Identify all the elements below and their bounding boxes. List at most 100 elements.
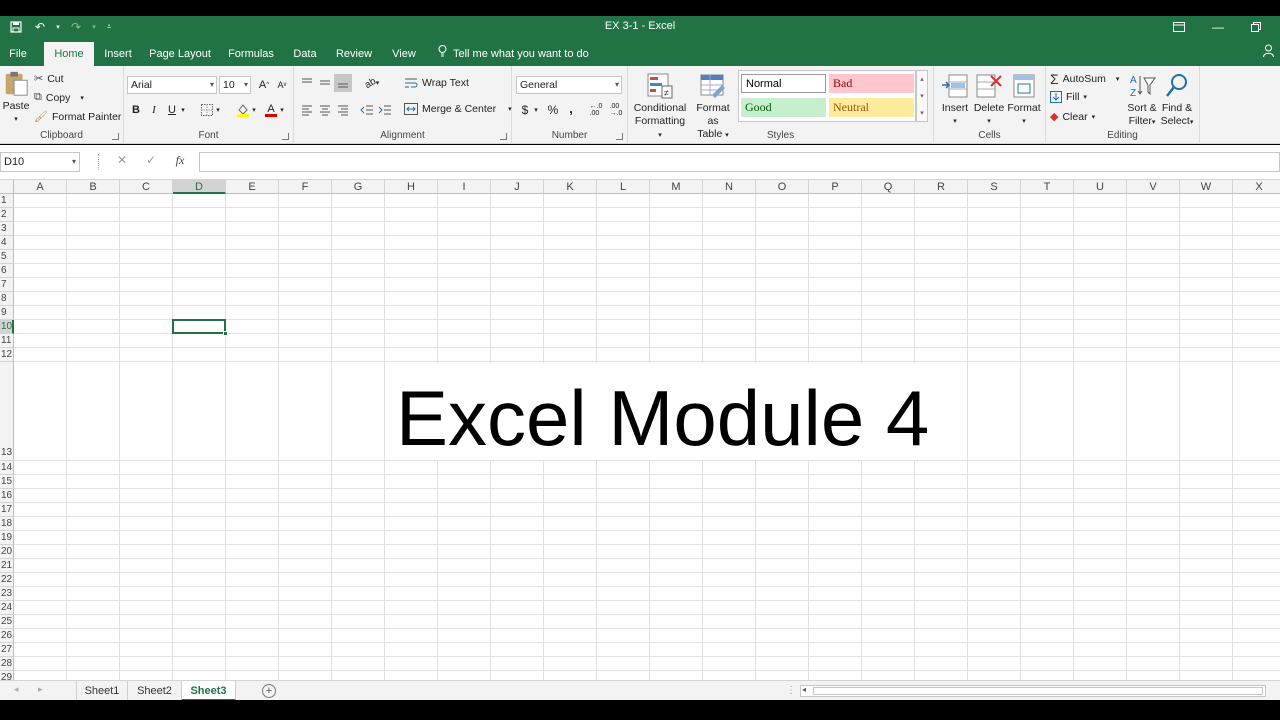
scroll-left-icon[interactable]: ◂ xyxy=(802,685,806,694)
tell-me-search[interactable]: Tell me what you want to do xyxy=(438,42,589,66)
row-header-6[interactable]: 6 xyxy=(0,264,14,278)
middle-align-icon[interactable] xyxy=(316,74,334,92)
row-header-5[interactable]: 5 xyxy=(0,250,14,264)
row-header-13[interactable]: 13 xyxy=(0,362,14,461)
style-good[interactable]: Good xyxy=(741,98,826,117)
redo-icon[interactable]: ↷ xyxy=(66,18,86,36)
font-size-select[interactable]: 10 ▾ xyxy=(219,76,251,94)
clipboard-launcher-icon[interactable] xyxy=(112,133,119,140)
row-header-25[interactable]: 25 xyxy=(0,615,14,629)
column-header-u[interactable]: U xyxy=(1074,180,1127,194)
row-header-22[interactable]: 22 xyxy=(0,573,14,587)
tab-insert[interactable]: Insert xyxy=(100,42,136,66)
autosum-button[interactable]: Σ AutoSum ▾ xyxy=(1050,71,1119,87)
fill-color-dropdown-icon[interactable]: ▾ xyxy=(250,101,258,119)
row-header-16[interactable]: 16 xyxy=(0,489,14,503)
copy-button[interactable]: ⧉ Copy ▾ xyxy=(34,91,84,104)
align-center-icon[interactable] xyxy=(316,101,334,119)
sheet-tab-3[interactable]: Sheet3 xyxy=(182,681,236,701)
restore-icon[interactable] xyxy=(1237,16,1275,38)
italic-button[interactable]: I xyxy=(145,101,163,119)
scroll-thumb[interactable] xyxy=(813,687,1263,695)
comma-button[interactable]: , xyxy=(562,99,580,117)
column-header-v[interactable]: V xyxy=(1127,180,1180,194)
style-neutral[interactable]: Neutral xyxy=(829,98,914,117)
row-header-1[interactable]: 1 xyxy=(0,194,14,208)
scroll-splitter-icon[interactable]: ⋮ xyxy=(786,685,796,696)
tab-data[interactable]: Data xyxy=(290,42,320,66)
undo-dropdown-icon[interactable]: ▾ xyxy=(54,18,62,36)
column-header-i[interactable]: I xyxy=(438,180,491,194)
underline-dropdown-icon[interactable]: ▾ xyxy=(179,101,187,119)
redo-dropdown-icon[interactable]: ▾ xyxy=(90,18,98,36)
column-header-k[interactable]: K xyxy=(544,180,597,194)
currency-dropdown-icon[interactable]: ▾ xyxy=(532,101,540,119)
tab-formulas[interactable]: Formulas xyxy=(224,42,278,66)
column-header-m[interactable]: M xyxy=(650,180,703,194)
orientation-icon[interactable]: ab ▾ xyxy=(360,74,384,92)
borders-dropdown-icon[interactable]: ▾ xyxy=(214,101,222,119)
column-header-e[interactable]: E xyxy=(226,180,279,194)
paste-button[interactable]: Paste ▾ xyxy=(2,70,30,126)
column-header-f[interactable]: F xyxy=(279,180,332,194)
column-header-o[interactable]: O xyxy=(756,180,809,194)
row-header-27[interactable]: 27 xyxy=(0,643,14,657)
align-left-icon[interactable] xyxy=(298,101,316,119)
decrease-font-icon[interactable]: Av xyxy=(273,76,291,94)
alignment-launcher-icon[interactable] xyxy=(500,133,507,140)
row-header-2[interactable]: 2 xyxy=(0,208,14,222)
format-cells-button[interactable]: Format ▾ xyxy=(1006,72,1042,128)
column-header-d[interactable]: D xyxy=(173,180,226,194)
sheet-tab-1[interactable]: Sheet1 xyxy=(76,681,128,701)
column-header-s[interactable]: S xyxy=(968,180,1021,194)
number-format-select[interactable]: General ▾ xyxy=(516,76,622,94)
tab-review[interactable]: Review xyxy=(334,42,374,66)
name-box[interactable]: D10 ▾ xyxy=(0,152,80,172)
column-header-j[interactable]: J xyxy=(491,180,544,194)
formula-bar-splitter[interactable] xyxy=(98,154,100,170)
bottom-align-icon[interactable] xyxy=(334,74,352,92)
ribbon-display-icon[interactable] xyxy=(1160,16,1198,38)
minimize-icon[interactable]: — xyxy=(1199,16,1237,38)
row-header-3[interactable]: 3 xyxy=(0,222,14,236)
customize-icon[interactable]: ⩡ xyxy=(102,18,116,36)
column-header-t[interactable]: T xyxy=(1021,180,1074,194)
column-header-c[interactable]: C xyxy=(120,180,173,194)
row-header-28[interactable]: 28 xyxy=(0,657,14,671)
increase-decimal-icon[interactable]: ←.0.00 xyxy=(586,101,606,119)
row-header-12[interactable]: 12 xyxy=(0,348,14,362)
column-header-p[interactable]: P xyxy=(809,180,862,194)
row-header-23[interactable]: 23 xyxy=(0,587,14,601)
column-header-b[interactable]: B xyxy=(67,180,120,194)
account-icon[interactable] xyxy=(1263,44,1274,61)
worksheet-grid[interactable]: A B C D E F G H I J K L M N O P Q R S T U V W X 1 2 3 4 5 6 7 8 9 10 11 12 1… xyxy=(0,180,1280,680)
chevron-down-icon[interactable]: ▾ xyxy=(917,88,927,105)
styles-gallery-scroll[interactable]: ▴ ▾ ▾ xyxy=(916,70,928,122)
row-header-21[interactable]: 21 xyxy=(0,559,14,573)
row-header-17[interactable]: 17 xyxy=(0,503,14,517)
insert-cells-button[interactable]: Insert ▾ xyxy=(938,72,972,128)
tab-home[interactable]: Home xyxy=(44,42,94,66)
column-header-n[interactable]: N xyxy=(703,180,756,194)
top-align-icon[interactable] xyxy=(298,74,316,92)
column-header-a[interactable]: A xyxy=(14,180,67,194)
row-header-24[interactable]: 24 xyxy=(0,601,14,615)
decrease-decimal-icon[interactable]: .00 →.0 xyxy=(606,101,626,119)
horizontal-scrollbar[interactable]: ◂ xyxy=(800,685,1266,697)
column-header-h[interactable]: H xyxy=(385,180,438,194)
row-header-11[interactable]: 11 xyxy=(0,334,14,348)
style-bad[interactable]: Bad xyxy=(829,74,914,93)
row-header-18[interactable]: 18 xyxy=(0,517,14,531)
sheet-tab-2[interactable]: Sheet2 xyxy=(128,681,182,701)
row-header-19[interactable]: 19 xyxy=(0,531,14,545)
row-header-8[interactable]: 8 xyxy=(0,292,14,306)
tab-file[interactable]: File xyxy=(4,42,32,66)
percent-button[interactable]: % xyxy=(544,101,562,119)
column-header-r[interactable]: R xyxy=(915,180,968,194)
save-icon[interactable] xyxy=(6,18,26,36)
font-family-select[interactable]: Arial ▾ xyxy=(127,76,217,94)
column-header-l[interactable]: L xyxy=(597,180,650,194)
clear-button[interactable]: ◆ Clear ▾ xyxy=(1050,110,1095,124)
bold-button[interactable]: B xyxy=(127,101,145,119)
fill-button[interactable]: Fill ▾ xyxy=(1050,91,1087,103)
